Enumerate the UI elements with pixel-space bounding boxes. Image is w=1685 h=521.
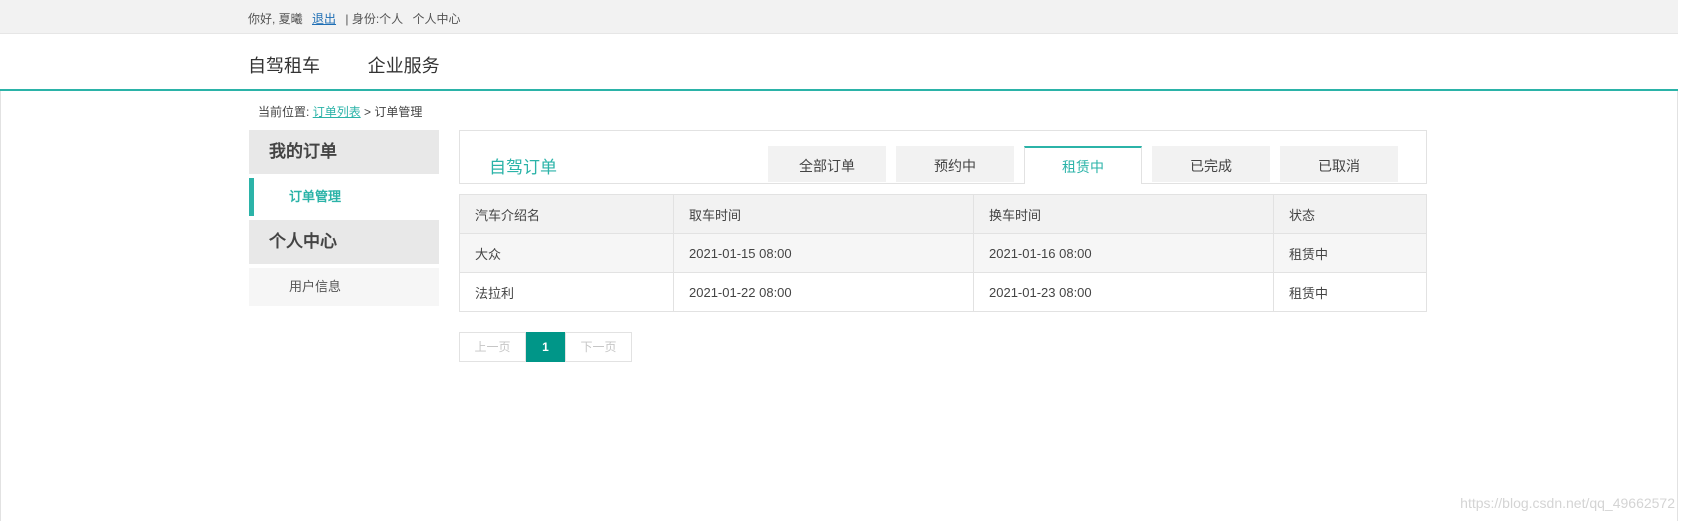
greeting-text: 你好, 夏曦 — [248, 12, 303, 26]
tab-reserved[interactable]: 预约中 — [896, 146, 1014, 182]
table-row: 法拉利 2021-01-22 08:00 2021-01-23 08:00 租赁… — [459, 272, 1427, 312]
page-1-button[interactable]: 1 — [526, 332, 565, 362]
personal-center-link[interactable]: 个人中心 — [413, 12, 461, 26]
table-header-row: 汽车介绍名 取车时间 换车时间 状态 — [459, 194, 1427, 234]
breadcrumb-order-list-link[interactable]: 订单列表 — [313, 105, 361, 119]
main-nav: 自驾租车 企业服务 — [248, 52, 484, 78]
cell-pickup-time: 2021-01-15 08:00 — [673, 233, 974, 273]
nav-enterprise[interactable]: 企业服务 — [368, 56, 440, 76]
sidebar-group-my-orders: 我的订单 — [249, 130, 439, 174]
column-header-pickup-time: 取车时间 — [673, 194, 974, 234]
breadcrumb-prefix: 当前位置: — [258, 105, 310, 119]
breadcrumb-separator: > — [364, 105, 372, 119]
logout-link[interactable]: 退出 — [312, 12, 336, 26]
panel-title: 自驾订单 — [489, 158, 557, 177]
user-info: 你好, 夏曦 退出 | 身份:个人 个人中心 — [248, 10, 467, 27]
tab-cancelled[interactable]: 已取消 — [1280, 146, 1398, 182]
orders-table: 汽车介绍名 取车时间 换车时间 状态 大众 2021-01-15 08:00 2… — [459, 194, 1427, 312]
sidebar-item-order-management[interactable]: 订单管理 — [249, 178, 439, 216]
sidebar-group-personal-center: 个人中心 — [249, 220, 439, 264]
cell-car: 法拉利 — [459, 272, 674, 312]
column-header-return-time: 换车时间 — [973, 194, 1274, 234]
watermark: https://blog.csdn.net/qq_49662572 — [1460, 495, 1675, 511]
cell-car: 大众 — [459, 233, 674, 273]
orders-panel-header: 自驾订单 全部订单 预约中 租赁中 已完成 已取消 — [459, 130, 1427, 184]
order-status-tabs: 全部订单 预约中 租赁中 已完成 已取消 — [758, 146, 1398, 184]
identity-text: | 身份:个人 — [345, 12, 404, 26]
next-page-button[interactable]: 下一页 — [565, 332, 632, 362]
sidebar-item-user-info[interactable]: 用户信息 — [249, 268, 439, 306]
header: 自驾租车 企业服务 — [0, 34, 1678, 91]
breadcrumb-current: 订单管理 — [374, 105, 423, 119]
prev-page-button[interactable]: 上一页 — [459, 332, 526, 362]
top-bar: 你好, 夏曦 退出 | 身份:个人 个人中心 — [0, 0, 1678, 34]
column-header-status: 状态 — [1273, 194, 1427, 234]
breadcrumb: 当前位置: 订单列表 > 订单管理 — [258, 103, 422, 120]
tab-completed[interactable]: 已完成 — [1152, 146, 1270, 182]
tab-all-orders[interactable]: 全部订单 — [768, 146, 886, 182]
column-header-car: 汽车介绍名 — [459, 194, 674, 234]
cell-status: 租赁中 — [1273, 233, 1427, 273]
cell-return-time: 2021-01-16 08:00 — [973, 233, 1274, 273]
tab-renting[interactable]: 租赁中 — [1024, 146, 1142, 184]
nav-self-drive[interactable]: 自驾租车 — [248, 56, 320, 76]
cell-pickup-time: 2021-01-22 08:00 — [673, 272, 974, 312]
table-row: 大众 2021-01-15 08:00 2021-01-16 08:00 租赁中 — [459, 233, 1427, 273]
cell-status: 租赁中 — [1273, 272, 1427, 312]
pagination: 上一页 1 下一页 — [459, 332, 632, 362]
cell-return-time: 2021-01-23 08:00 — [973, 272, 1274, 312]
sidebar: 我的订单 订单管理 个人中心 用户信息 — [249, 130, 439, 310]
